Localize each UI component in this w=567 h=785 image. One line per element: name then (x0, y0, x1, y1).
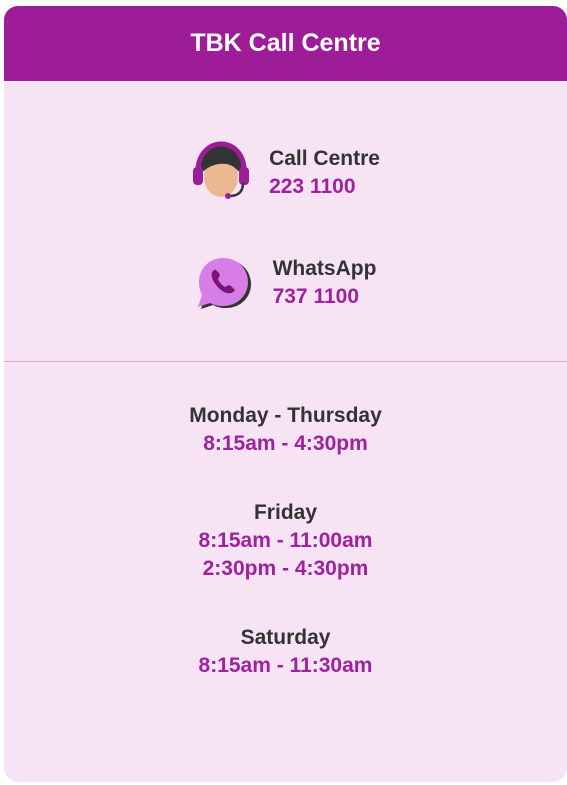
call-centre-card: TBK Call Centre Call Centre 223 1100 Wha… (4, 6, 567, 782)
time-range: 8:15am - 4:30pm (203, 432, 368, 455)
day-label: Friday (253, 501, 318, 524)
contact-label: Call Centre (269, 147, 380, 170)
contact-section: Call Centre 223 1100 WhatsApp 737 1100 (4, 81, 567, 361)
time-range: 8:15am - 11:30am (198, 654, 373, 677)
whatsapp-phone-icon (195, 251, 253, 315)
hours-block-friday: Friday 8:15am - 11:00am 2:30pm - 4:30pm (4, 499, 567, 583)
time-range: 2:30pm - 4:30pm (202, 557, 369, 580)
day-label: Monday - Thursday (189, 404, 382, 427)
opening-hours: Monday - Thursday 8:15am - 4:30pm Friday… (4, 362, 567, 680)
hours-block-saturday: Saturday 8:15am - 11:30am (4, 624, 567, 680)
card-header: TBK Call Centre (4, 6, 567, 81)
contact-label: WhatsApp (272, 257, 377, 280)
day-label: Saturday (240, 626, 331, 649)
page-title: TBK Call Centre (190, 29, 381, 57)
time-range: 8:15am - 11:00am (198, 529, 373, 552)
headset-agent-icon (191, 141, 250, 205)
contact-whatsapp: WhatsApp 737 1100 (4, 251, 567, 315)
contact-call-centre: Call Centre 223 1100 (4, 141, 567, 205)
hours-block-mon-thu: Monday - Thursday 8:15am - 4:30pm (4, 402, 567, 458)
contact-number[interactable]: 737 1100 (273, 283, 377, 311)
contact-number[interactable]: 223 1100 (269, 173, 380, 201)
